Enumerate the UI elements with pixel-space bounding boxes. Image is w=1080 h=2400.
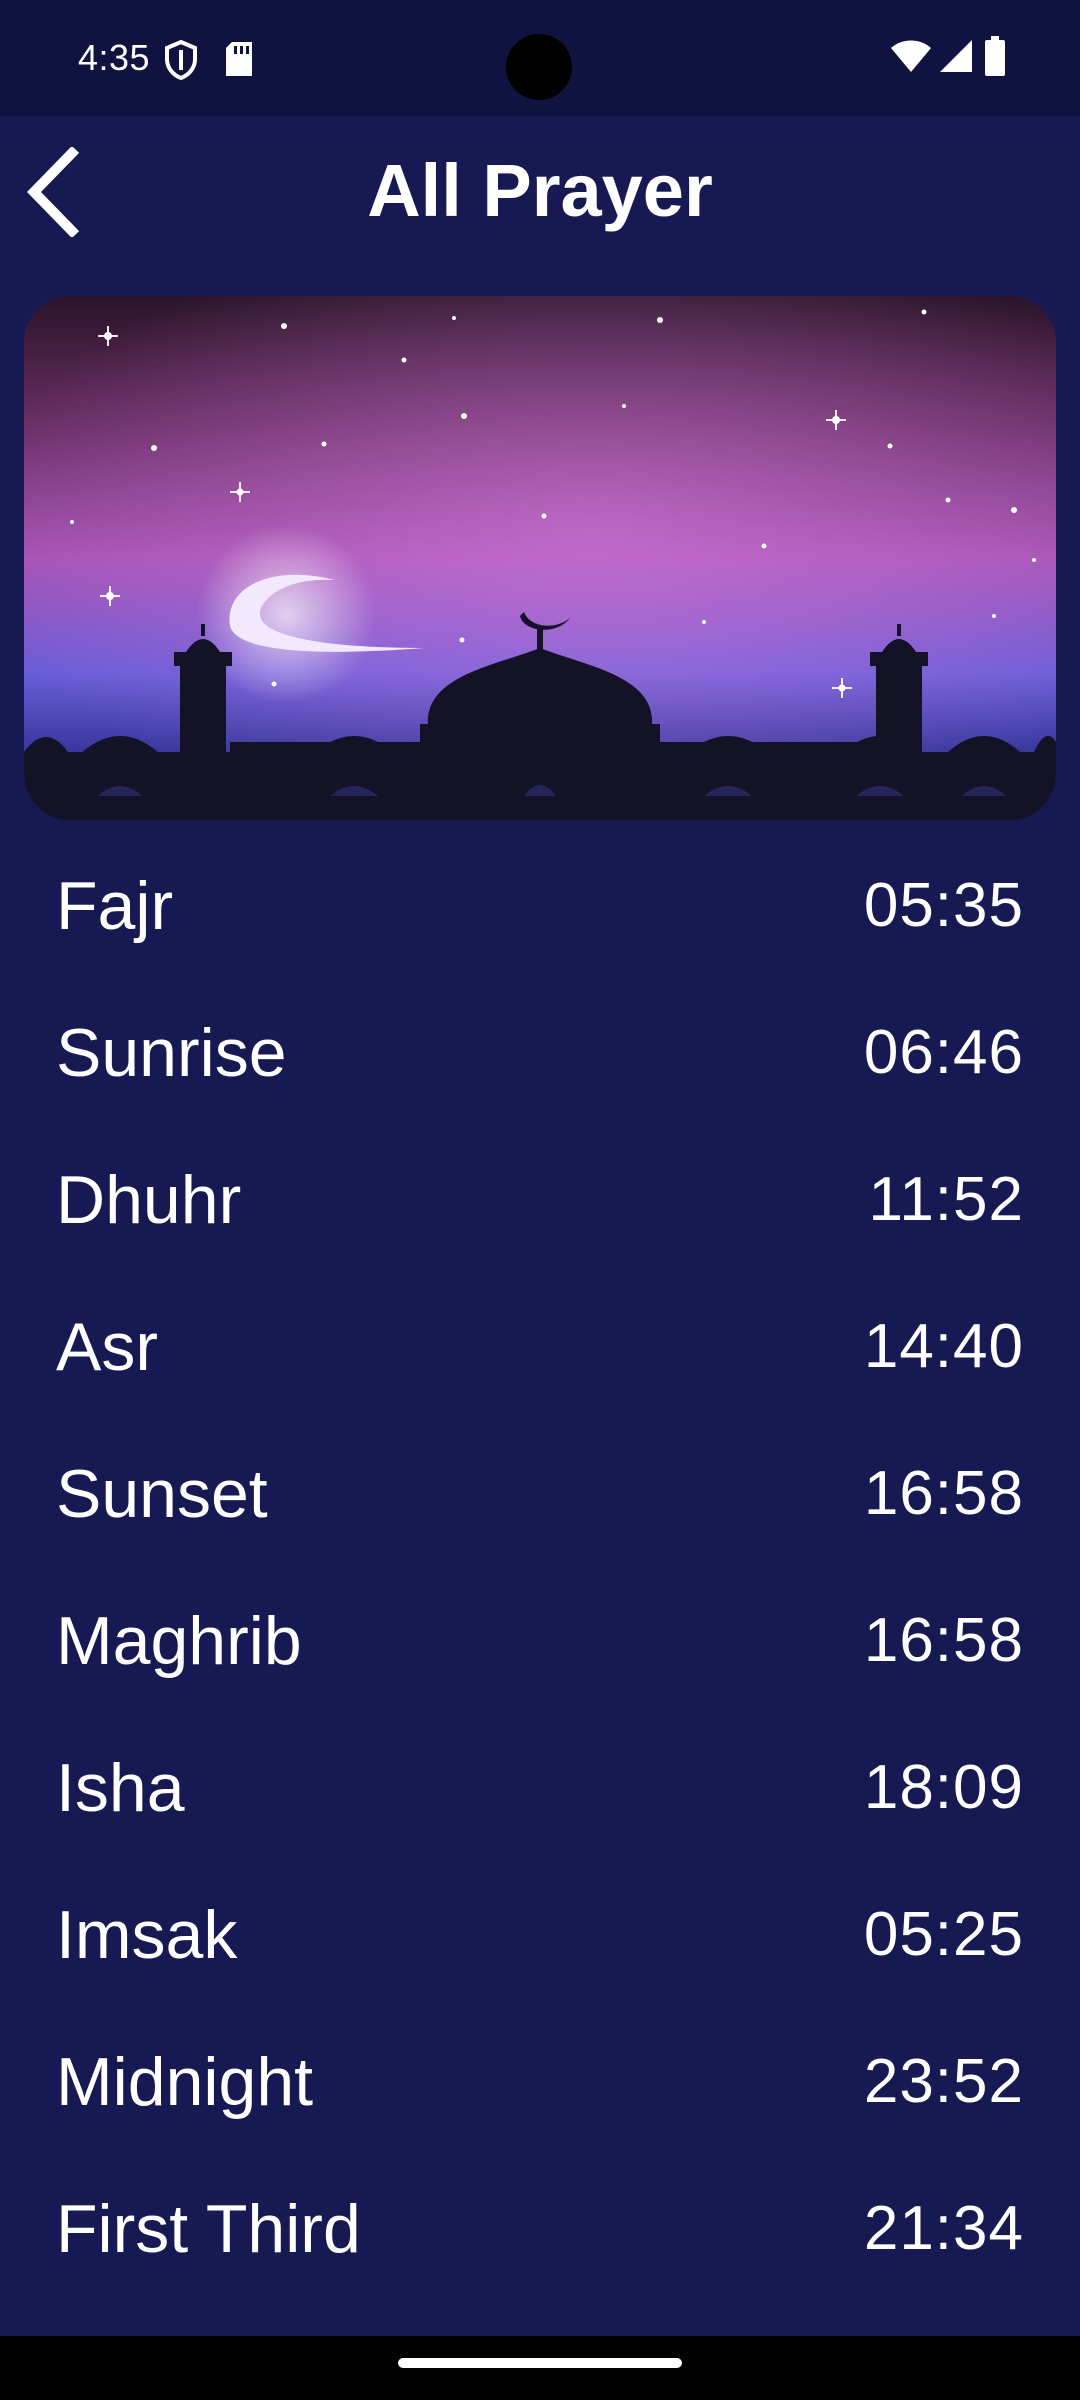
prayer-time: 06:46: [863, 1018, 1024, 1087]
page-title: All Prayer: [367, 149, 713, 232]
prayer-name: Maghrib: [56, 1602, 302, 1679]
prayer-row-first-third: First Third 21:34: [0, 2155, 1080, 2302]
chevron-left-icon: [27, 147, 80, 237]
banner-image: [24, 296, 1056, 820]
home-indicator[interactable]: [398, 2358, 682, 2368]
wifi-icon: [890, 38, 932, 79]
prayer-row-sunset: Sunset 16:58: [0, 1420, 1080, 1567]
prayer-time: 14:40: [863, 1312, 1024, 1381]
prayer-name: Asr: [56, 1308, 158, 1385]
prayer-name: Fajr: [56, 867, 174, 944]
prayer-name: Isha: [56, 1749, 185, 1826]
back-button[interactable]: [14, 142, 94, 242]
mosque-crescent-night-image: [24, 296, 1056, 820]
prayer-time: 11:52: [868, 1165, 1024, 1234]
app-bar: All Prayer: [0, 116, 1080, 266]
prayer-time: 05:35: [863, 871, 1024, 940]
status-bar: 4:35: [0, 0, 1080, 116]
prayer-name: Midnight: [56, 2043, 314, 2120]
prayer-row-asr: Asr 14:40: [0, 1273, 1080, 1420]
prayer-row-fajr: Fajr 05:35: [0, 832, 1080, 979]
sd-card-icon: [224, 42, 254, 81]
camera-cutout: [506, 34, 572, 100]
prayer-time: 16:58: [863, 1606, 1024, 1675]
prayer-row-sunrise: Sunrise 06:46: [0, 979, 1080, 1126]
status-time: 4:35: [78, 37, 151, 78]
prayer-name: Dhuhr: [56, 1161, 242, 1238]
prayer-name: Sunrise: [56, 1014, 287, 1091]
prayer-time: 23:52: [863, 2047, 1024, 2116]
prayer-name: First Third: [56, 2190, 361, 2267]
navigation-bar: [0, 2336, 1080, 2400]
prayer-time: 21:34: [863, 2194, 1024, 2263]
prayer-time: 16:58: [863, 1459, 1024, 1528]
prayer-time: 05:25: [863, 1900, 1024, 1969]
prayer-time: 18:09: [863, 1753, 1024, 1822]
prayer-name: Imsak: [56, 1896, 238, 1973]
battery-icon: [984, 36, 1006, 81]
prayer-times-list: Fajr 05:35 Sunrise 06:46 Dhuhr 11:52 Asr…: [0, 832, 1080, 2302]
prayer-row-midnight: Midnight 23:52: [0, 2008, 1080, 2155]
signal-icon: [938, 38, 974, 79]
prayer-row-isha: Isha 18:09: [0, 1714, 1080, 1861]
prayer-row-imsak: Imsak 05:25: [0, 1861, 1080, 2008]
prayer-row-maghrib: Maghrib 16:58: [0, 1567, 1080, 1714]
prayer-name: Sunset: [56, 1455, 268, 1532]
prayer-row-dhuhr: Dhuhr 11:52: [0, 1126, 1080, 1273]
shield-icon: [164, 39, 198, 85]
